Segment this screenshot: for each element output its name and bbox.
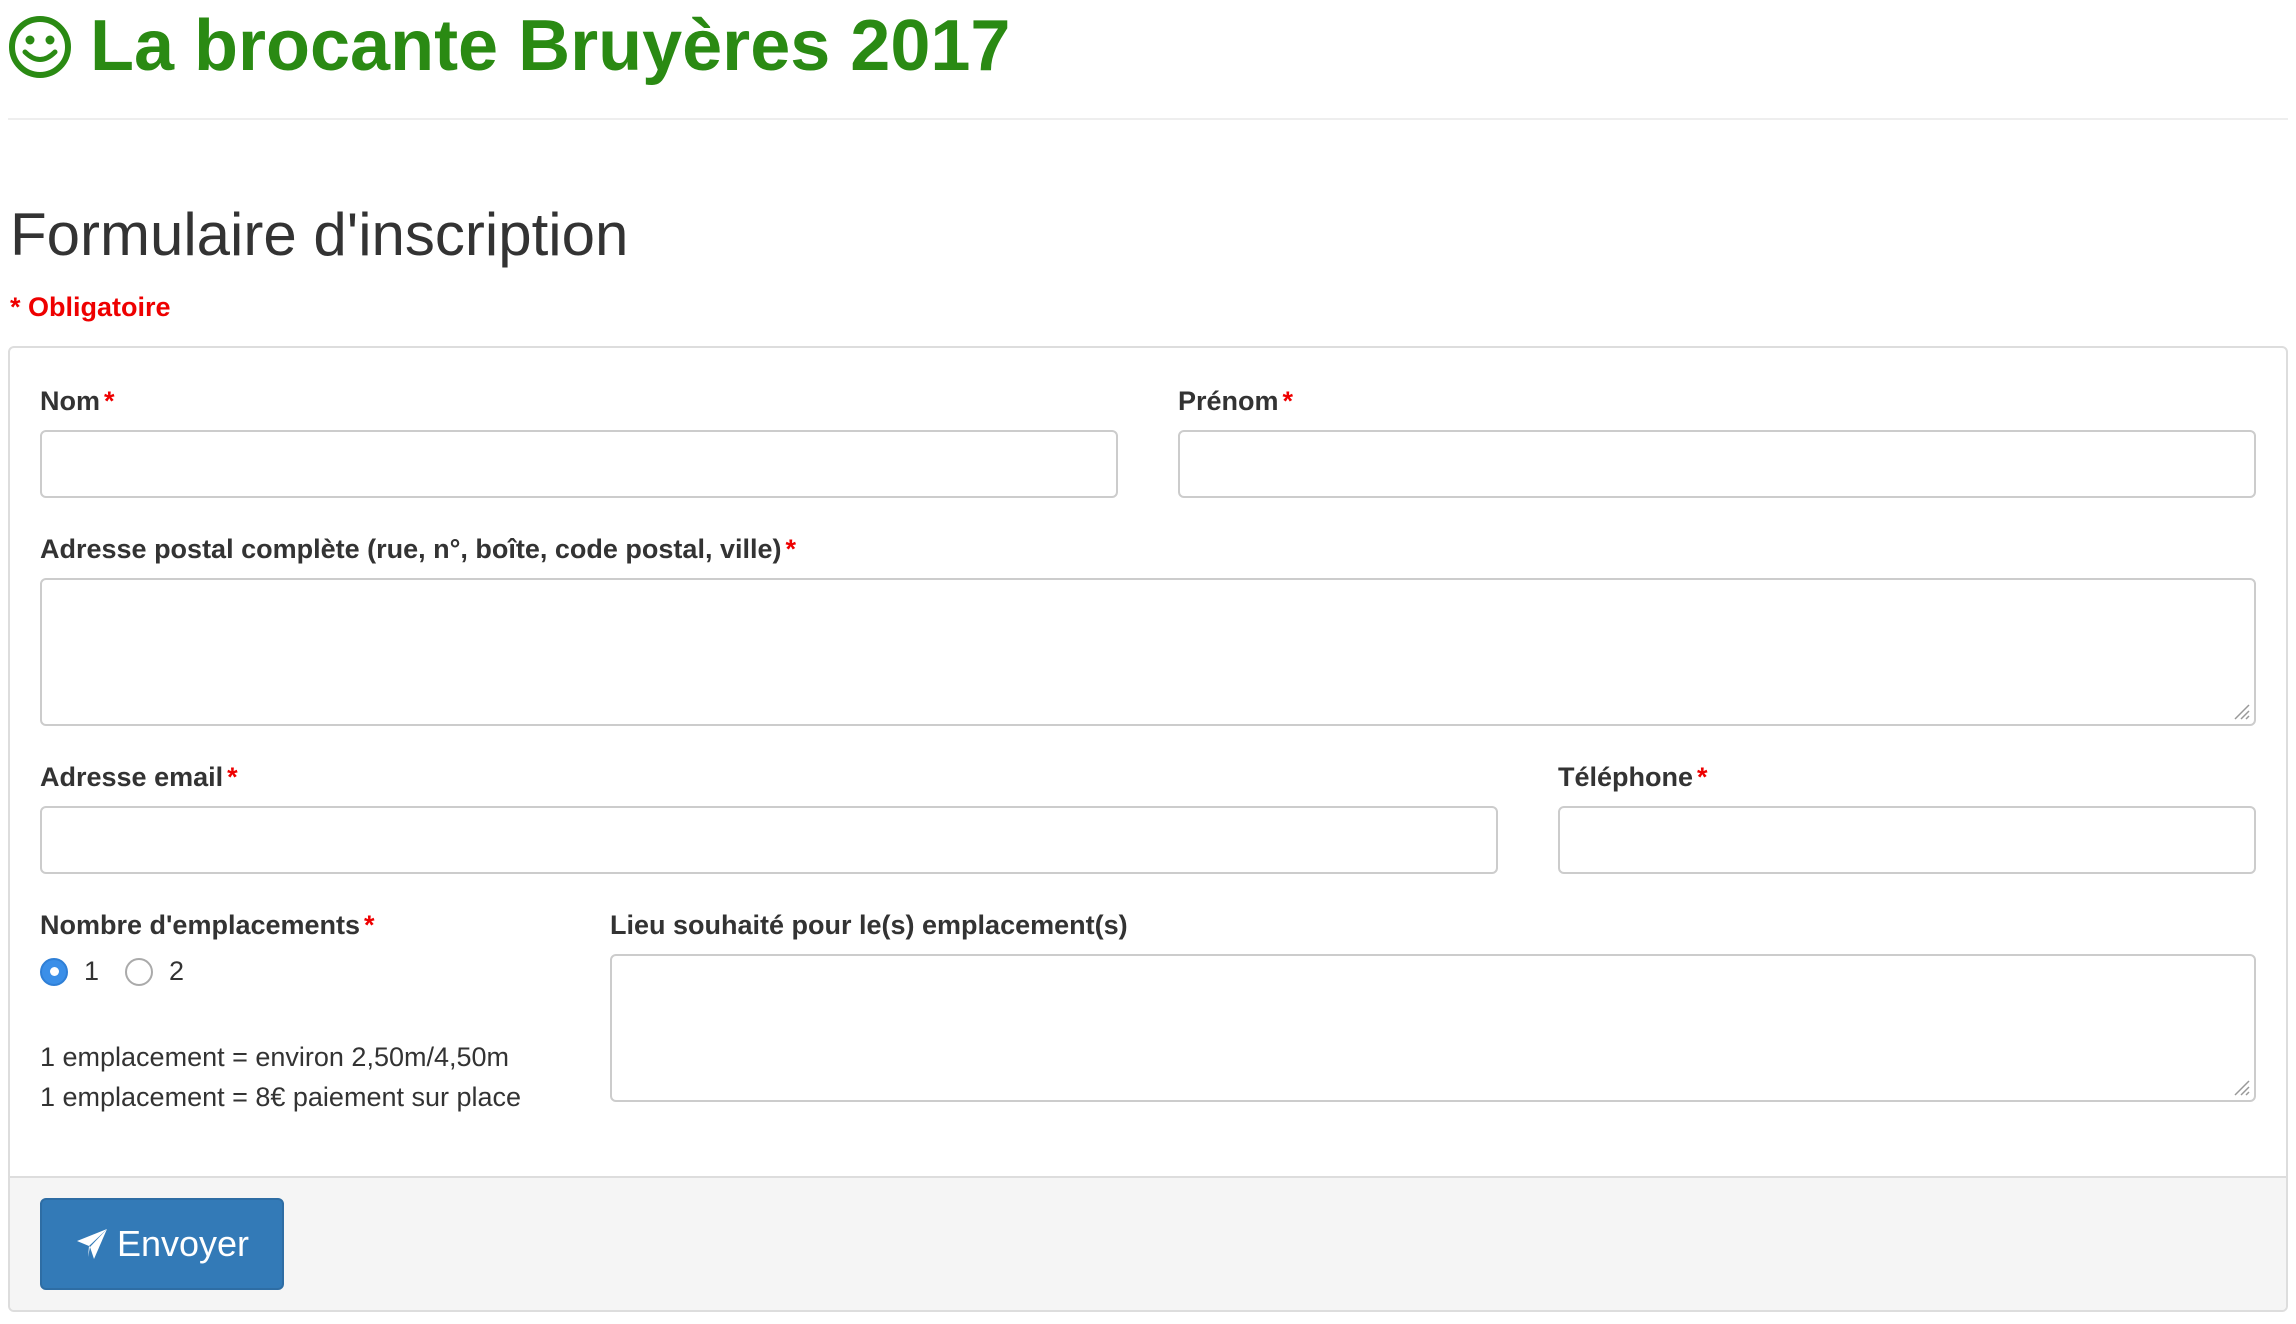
nom-label-text: Nom [40,386,100,416]
prenom-input[interactable] [1178,430,2256,498]
telephone-label: Téléphone * [1558,762,1708,793]
radio-label: 2 [169,956,185,986]
resize-grip-icon[interactable] [2232,1078,2250,1096]
required-marker: * [1282,386,1294,416]
form-panel: Nom * Prénom * Adresse postal complète (ru… [8,346,2288,1312]
site-title-text: La brocante Bruyères 2017 [90,6,1011,86]
adresse-textarea[interactable] [40,578,2256,726]
emplacements-option-2[interactable]: 2 [125,956,184,987]
radio-label: 1 [84,956,100,986]
required-marker: * [1697,762,1708,792]
required-marker: * [364,910,375,940]
telephone-label-text: Téléphone [1558,762,1694,792]
panel-footer [10,1176,2286,1310]
submit-label: Envoyer [116,1223,250,1264]
lieu-label: Lieu souhaité pour le(s) emplacement(s) [610,910,1128,941]
emplacements-help-price: 1 emplacement = 8€ paiement sur place [40,1082,522,1112]
smiley-icon [8,14,72,78]
email-label: Adresse email * [40,762,238,793]
required-note: * Obligatoire [10,292,171,322]
emplacements-help-size: 1 emplacement = environ 2,50m/4,50m [40,1042,510,1072]
lieu-label-text: Lieu souhaité pour le(s) emplacement(s) [610,910,1128,940]
form-title: Formulaire d'inscription [10,201,629,268]
email-input[interactable] [40,806,1498,874]
emplacements-option-1[interactable]: 1 [40,956,99,987]
radio-unchecked-icon[interactable] [125,957,154,986]
required-marker: * [785,534,796,564]
prenom-label-text: Prénom [1178,386,1279,416]
resize-grip-icon[interactable] [2232,702,2250,720]
emplacements-label-text: Nombre d'emplacements [40,910,361,940]
adresse-label-text: Adresse postal complète (rue, n°, boîte,… [40,534,782,564]
telephone-input[interactable] [1558,806,2256,874]
required-marker: * [227,762,238,792]
emplacements-radio-group: 1 2 [40,956,210,987]
radio-checked-icon[interactable] [40,957,68,986]
required-marker: * [104,386,115,416]
submit-button[interactable]: Envoyer [40,1198,284,1290]
email-label-text: Adresse email [40,762,224,792]
lieu-textarea[interactable] [610,954,2256,1102]
site-header: La brocante Bruyères 2017 [8,0,2288,120]
site-title: La brocante Bruyères 2017 [8,6,1010,86]
nom-label: Nom * [40,386,115,417]
page: La brocante Bruyères 2017 Formulaire d'i… [0,0,2296,1324]
nom-input[interactable] [40,430,1118,498]
adresse-label: Adresse postal complète (rue, n°, boîte,… [40,534,796,565]
prenom-label: Prénom * [1178,386,1293,417]
emplacements-label: Nombre d'emplacements * [40,910,375,941]
send-icon [75,1227,109,1261]
